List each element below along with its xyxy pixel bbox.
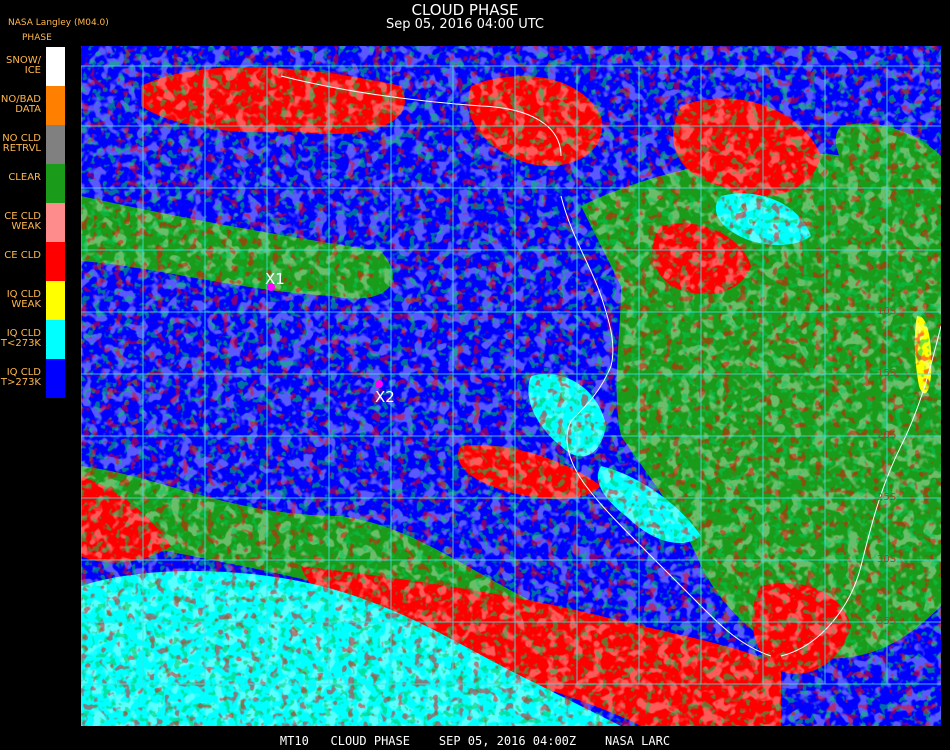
legend-swatch — [46, 242, 65, 281]
legend-item-liquid-cloud-warm: IQ CLD T>273K — [0, 359, 67, 398]
legend-swatch — [46, 125, 65, 164]
legend-swatch — [46, 320, 65, 359]
legend-item-liquid-cloud-weak: IQ CLD WEAK — [0, 281, 67, 320]
legend: SNOW/ ICE NO/BAD DATA NO CLD RETRVL CLEA… — [0, 47, 67, 401]
legend-label: IQ CLD WEAK — [6, 289, 41, 310]
timestamp: Sep 05, 2016 04:00 UTC — [385, 17, 545, 32]
marker-x2-dot — [375, 380, 383, 388]
legend-label: CE CLD WEAK — [4, 211, 41, 232]
legend-swatch — [46, 164, 65, 203]
legend-label: CE CLD — [4, 250, 41, 261]
legend-swatch — [46, 203, 65, 242]
legend-item-clear: CLEAR — [0, 164, 67, 203]
legend-item-liquid-cloud-cold: IQ CLD T<273K — [0, 320, 67, 359]
legend-item-snow-ice: SNOW/ ICE — [0, 47, 67, 86]
lat-label: 25S — [877, 492, 896, 503]
lat-label: 10S — [877, 306, 896, 317]
legend-label: CLEAR — [8, 172, 41, 183]
legend-swatch — [46, 281, 65, 320]
legend-label: NO/BAD DATA — [0, 94, 41, 115]
legend-heading: PHASE — [22, 33, 52, 43]
lat-label: 35S — [877, 616, 896, 627]
legend-item-no-bad-data: NO/BAD DATA — [0, 86, 67, 125]
footer-caption: MT10 CLOUD PHASE SEP 05, 2016 04:00Z NAS… — [279, 734, 671, 748]
legend-item-no-cloud-retrieval: NO CLD RETRVL — [0, 125, 67, 164]
legend-label: IQ CLD T>273K — [0, 367, 41, 388]
page-title: CLOUD PHASE — [411, 1, 519, 19]
product-label: NASA Langley (M04.0) — [8, 18, 109, 28]
legend-label: IQ CLD T<273K — [0, 328, 41, 349]
lat-label: 30S — [877, 554, 896, 565]
marker-x2-label: X2 — [375, 388, 395, 406]
lat-label: 20S — [877, 430, 896, 441]
cloud-phase-map: 10S 15S 20S 25S 30S 35S X1 X2 — [81, 46, 941, 726]
legend-item-ice-cloud: CE CLD — [0, 242, 67, 281]
legend-swatch — [46, 359, 65, 398]
legend-label: SNOW/ ICE — [6, 55, 41, 76]
legend-swatch — [46, 47, 65, 86]
legend-label: NO CLD RETRVL — [2, 133, 41, 154]
marker-x1-label: X1 — [265, 270, 285, 288]
legend-swatch — [46, 86, 65, 125]
lat-label: 15S — [877, 368, 896, 379]
legend-item-ice-cloud-weak: CE CLD WEAK — [0, 203, 67, 242]
